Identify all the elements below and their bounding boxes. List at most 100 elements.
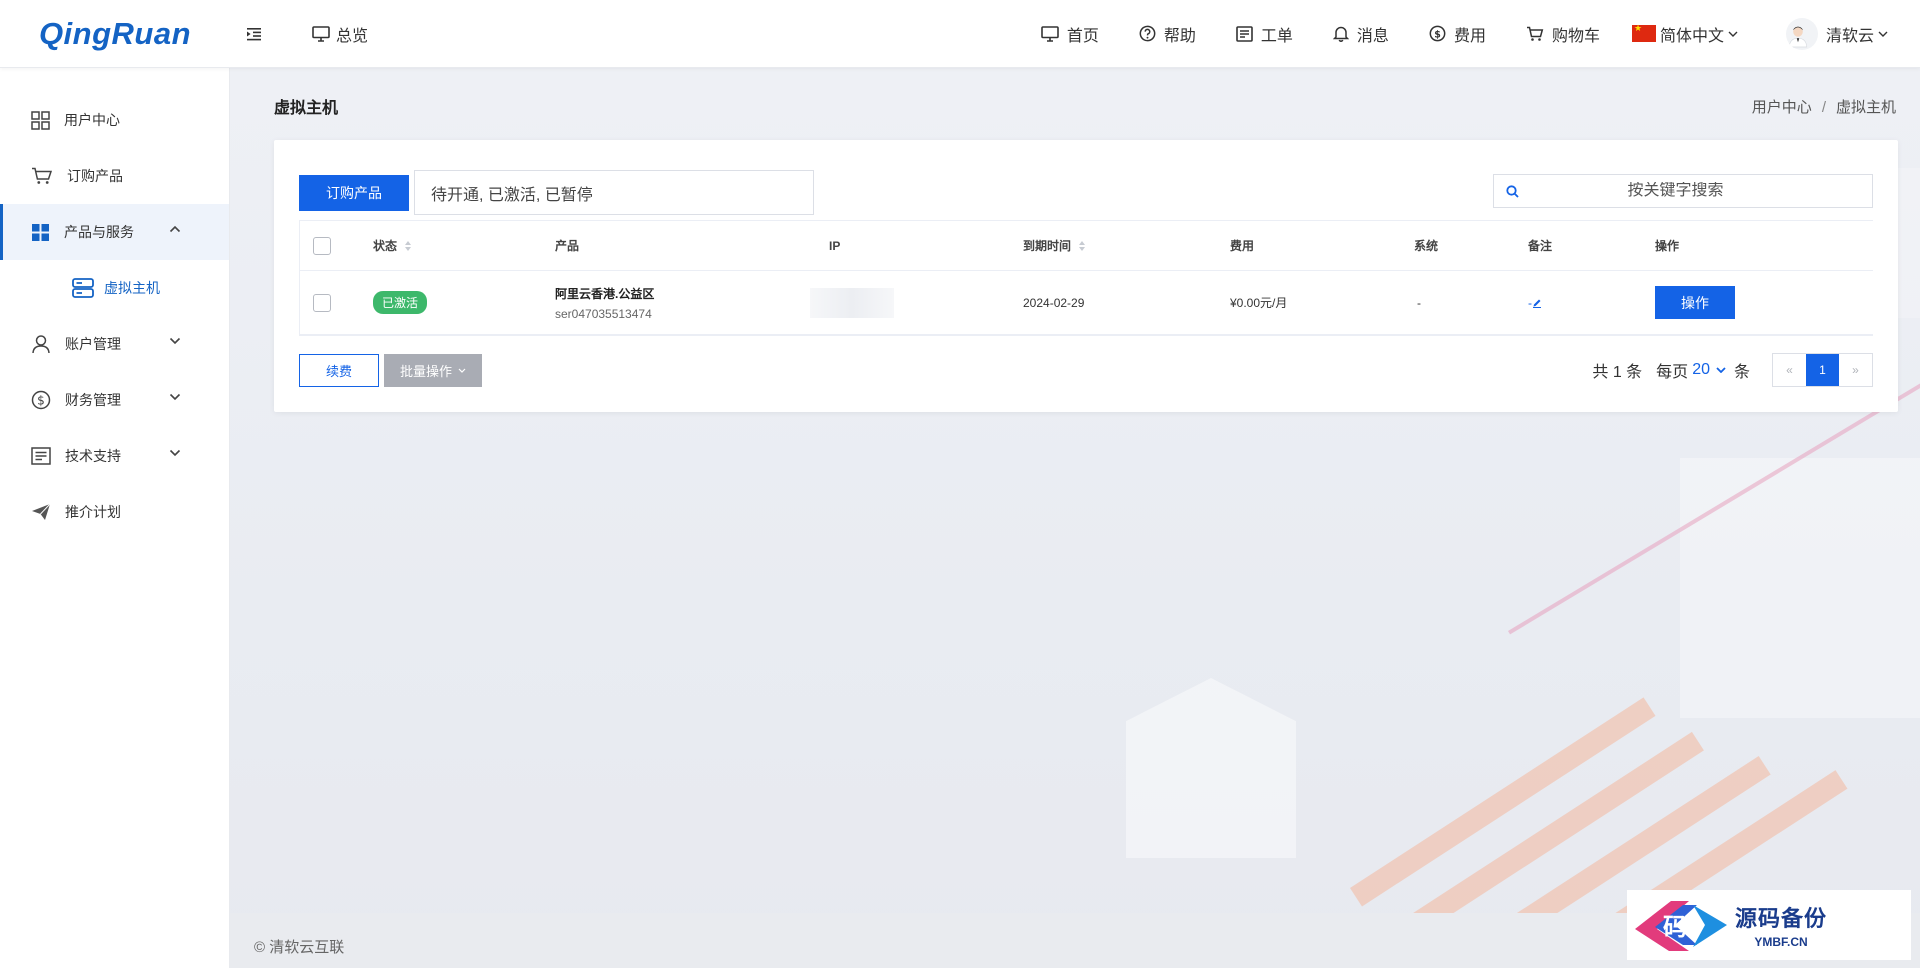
sidebar-item-referral[interactable]: 推介计划 bbox=[0, 484, 229, 540]
sidebar-item-label: 订购产品 bbox=[67, 168, 123, 184]
column-header-label: 到期时间 bbox=[1023, 239, 1072, 253]
breadcrumb-link-user-center[interactable]: 用户中心 bbox=[1752, 99, 1812, 116]
logo[interactable]: QingRuan bbox=[0, 0, 230, 68]
product-table: 状态 产品 IP 到期时间 费用 系统 备注 操作 已激活 阿里云香港.公益区 … bbox=[299, 220, 1873, 336]
nav-fees[interactable]: $ 费用 bbox=[1429, 22, 1486, 46]
nav-fees-label: 费用 bbox=[1453, 27, 1486, 45]
dollar-icon: $ bbox=[31, 390, 51, 410]
table-row: 已激活 阿里云香港.公益区 ser047035513474 2024-02-29… bbox=[300, 271, 1873, 335]
nav-cart-label: 购物车 bbox=[1551, 27, 1600, 45]
product-cell: 阿里云香港.公益区 ser047035513474 bbox=[555, 271, 654, 334]
background-decoration bbox=[1680, 458, 1920, 718]
column-header-label: 产品 bbox=[555, 239, 580, 253]
search-input[interactable] bbox=[1519, 182, 1872, 200]
column-header-label: 备注 bbox=[1528, 239, 1553, 253]
main-content: 虚拟主机 用户中心 / 虚拟主机 订购产品 待开通, 已激活, 已暂停 状态 bbox=[230, 68, 1920, 968]
prev-page-button[interactable]: « bbox=[1773, 354, 1806, 386]
note-cell: - bbox=[1528, 271, 1542, 334]
monitor-icon bbox=[312, 25, 330, 42]
server-icon bbox=[72, 278, 94, 298]
nav-help[interactable]: 帮助 bbox=[1139, 22, 1196, 46]
ticket-icon bbox=[1236, 25, 1253, 42]
background-decoration bbox=[1126, 678, 1296, 858]
svg-text:$: $ bbox=[37, 394, 45, 408]
watermark-logo-icon: 码 bbox=[1631, 895, 1731, 955]
monitor-icon bbox=[1041, 25, 1059, 42]
overview-link[interactable]: 总览 bbox=[312, 22, 368, 46]
sort-icon bbox=[405, 240, 412, 251]
sidebar-item-products-services[interactable]: 产品与服务 bbox=[0, 204, 229, 260]
batch-operation-button[interactable]: 批量操作 bbox=[384, 353, 482, 387]
column-header-expire[interactable]: 到期时间 bbox=[1023, 221, 1086, 270]
copyright-text: © 清软云互联 bbox=[254, 939, 345, 956]
nav-ticket[interactable]: 工单 bbox=[1236, 22, 1293, 46]
note-edit[interactable]: - bbox=[1528, 296, 1542, 310]
row-select-cell bbox=[313, 271, 331, 334]
product-name[interactable]: 阿里云香港.公益区 bbox=[555, 285, 654, 302]
sidebar-item-label: 账户管理 bbox=[65, 336, 121, 352]
sidebar-item-order-product[interactable]: 订购产品 bbox=[0, 148, 229, 204]
grid-icon bbox=[31, 110, 50, 130]
status-badge: 已激活 bbox=[373, 291, 428, 314]
breadcrumb-current: 虚拟主机 bbox=[1835, 98, 1896, 116]
select-all-checkbox[interactable] bbox=[313, 236, 331, 255]
page-title: 虚拟主机 bbox=[274, 100, 339, 117]
page-button-current[interactable]: 1 bbox=[1806, 354, 1839, 386]
sidebar-item-label: 产品与服务 bbox=[64, 224, 134, 240]
edit-icon bbox=[1533, 299, 1541, 308]
nav-cart[interactable]: 购物车 bbox=[1526, 22, 1600, 46]
collapse-sidebar-button[interactable] bbox=[234, 14, 274, 54]
apps-icon bbox=[32, 223, 49, 241]
search-box bbox=[1493, 174, 1873, 208]
chevron-down-icon bbox=[1878, 31, 1888, 37]
order-product-button[interactable]: 订购产品 bbox=[299, 174, 409, 211]
page-size-value: 20 bbox=[1692, 361, 1710, 378]
pagination-total: 共 1 条 bbox=[1592, 364, 1643, 381]
column-header-note: 备注 bbox=[1528, 221, 1552, 270]
nav-home[interactable]: 首页 bbox=[1041, 22, 1099, 46]
row-checkbox[interactable] bbox=[313, 293, 331, 312]
column-header-os: 系统 bbox=[1414, 221, 1438, 270]
chevron-up-icon bbox=[169, 225, 181, 233]
chevron-down-icon bbox=[169, 449, 181, 457]
sidebar-item-user-center[interactable]: 用户中心 bbox=[0, 92, 229, 148]
page-size-select[interactable]: 20 bbox=[1692, 361, 1726, 379]
svg-text:$: $ bbox=[1434, 29, 1441, 40]
status-filter-select[interactable]: 待开通, 已激活, 已暂停 bbox=[414, 170, 814, 215]
language-label: 简体中文 bbox=[1659, 27, 1724, 45]
nav-messages-label: 消息 bbox=[1356, 27, 1389, 45]
sidebar-item-support[interactable]: 技术支持 bbox=[0, 428, 229, 484]
sidebar: 用户中心 订购产品 产品与服务 虚拟主机 账户管理 $ 财务管理 技术支持 推介… bbox=[0, 68, 230, 968]
column-header-status[interactable]: 状态 bbox=[373, 221, 412, 270]
renew-button[interactable]: 续费 bbox=[299, 353, 379, 387]
os-value: - bbox=[1417, 295, 1421, 310]
select-all-cell bbox=[313, 221, 331, 270]
pagination: 共 1 条 每页 20 条 « 1 » bbox=[1592, 353, 1873, 387]
row-action-button[interactable]: 操作 bbox=[1655, 286, 1735, 319]
watermark-en: YMBF.CN bbox=[1754, 935, 1808, 949]
bell-icon bbox=[1332, 26, 1349, 42]
product-id: ser047035513474 bbox=[555, 306, 652, 321]
page-buttons: « 1 » bbox=[1772, 353, 1873, 387]
top-header: QingRuan 总览 首页 帮助 工单 消息 $ 费用 购物车 ★ 简体中文 … bbox=[0, 0, 1920, 68]
expire-date: 2024-02-29 bbox=[1023, 295, 1085, 310]
send-icon bbox=[32, 503, 51, 520]
doc-icon bbox=[31, 447, 51, 465]
chevron-down-icon bbox=[1716, 367, 1726, 373]
next-page-button[interactable]: » bbox=[1839, 354, 1872, 386]
product-list-card: 订购产品 待开通, 已激活, 已暂停 状态 产品 IP bbox=[274, 140, 1898, 412]
os-cell: - bbox=[1417, 271, 1421, 334]
language-select[interactable]: 简体中文 bbox=[1631, 22, 1746, 46]
sidebar-item-account[interactable]: 账户管理 bbox=[0, 316, 229, 372]
sidebar-item-finance[interactable]: $ 财务管理 bbox=[0, 372, 229, 428]
column-header-label: 系统 bbox=[1414, 239, 1439, 253]
sidebar-item-label: 技术支持 bbox=[65, 448, 121, 464]
batch-operation-label: 批量操作 bbox=[399, 363, 452, 379]
table-footer: 续费 批量操作 共 1 条 每页 20 条 « 1 » bbox=[299, 353, 1873, 387]
column-header-action: 操作 bbox=[1655, 221, 1679, 270]
nav-messages[interactable]: 消息 bbox=[1332, 22, 1389, 46]
sidebar-subitem-virtual-host[interactable]: 虚拟主机 bbox=[0, 260, 229, 316]
table-header-row: 状态 产品 IP 到期时间 费用 系统 备注 操作 bbox=[300, 221, 1873, 271]
user-menu[interactable]: 清软云 bbox=[1785, 17, 1896, 50]
nav-home-label: 首页 bbox=[1066, 27, 1099, 45]
